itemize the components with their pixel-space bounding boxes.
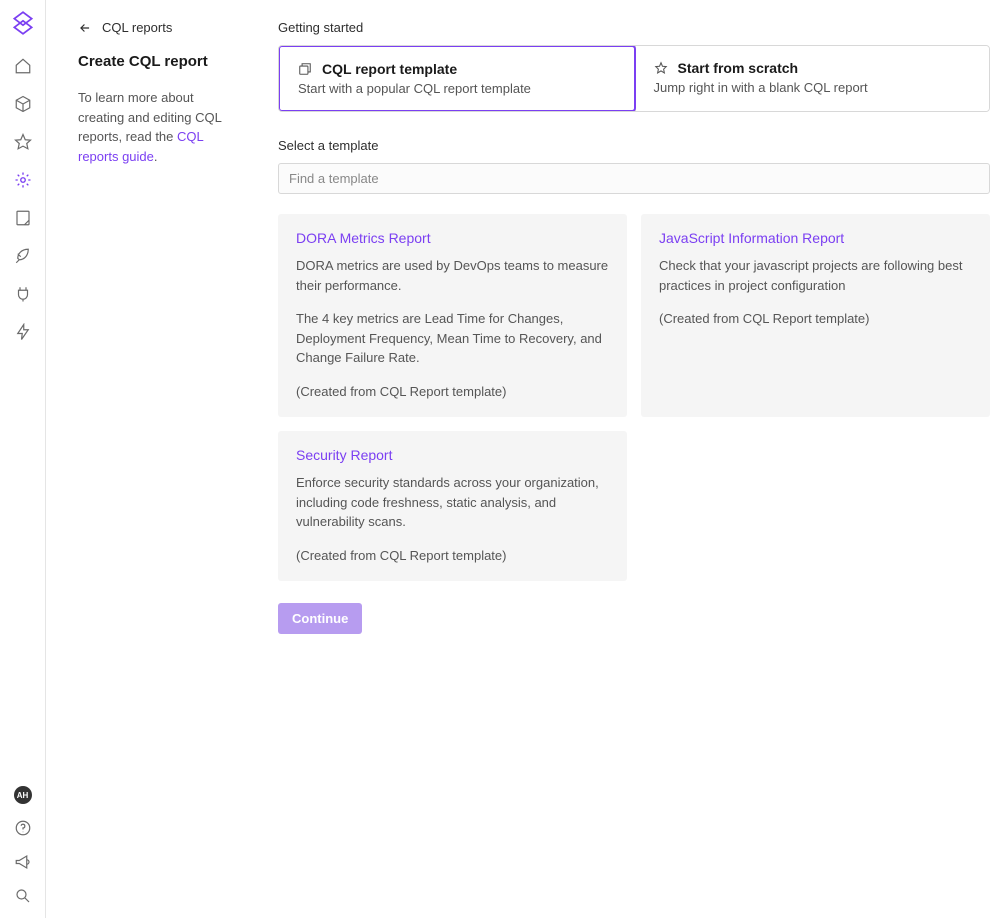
- choice-subtitle: Start with a popular CQL report template: [298, 81, 616, 96]
- right-column: Getting started CQL report template Star…: [278, 20, 990, 898]
- template-icon: [298, 62, 312, 76]
- help-text: To learn more about creating and editing…: [78, 88, 238, 166]
- home-icon[interactable]: [13, 56, 33, 76]
- template-card-javascript[interactable]: JavaScript Information Report Check that…: [641, 214, 990, 417]
- sidebar-bottom: AH: [13, 786, 33, 918]
- page-title: Create CQL report: [78, 53, 238, 70]
- main-content: CQL reports Create CQL report To learn m…: [46, 0, 1008, 918]
- templates-grid: DORA Metrics Report DORA metrics are use…: [278, 214, 990, 581]
- template-origin: (Created from CQL Report template): [296, 382, 609, 402]
- plug-icon[interactable]: [13, 284, 33, 304]
- avatar[interactable]: AH: [14, 786, 32, 804]
- sidebar: AH: [0, 0, 46, 918]
- getting-started-options: CQL report template Start with a popular…: [278, 45, 990, 112]
- star-icon[interactable]: [13, 132, 33, 152]
- template-desc: The 4 key metrics are Lead Time for Chan…: [296, 309, 609, 368]
- bolt-icon[interactable]: [13, 322, 33, 342]
- search-icon[interactable]: [13, 886, 33, 906]
- star-outline-icon: [654, 61, 668, 75]
- breadcrumb-label: CQL reports: [102, 20, 172, 35]
- help-text-after: .: [154, 149, 158, 164]
- back-arrow-icon: [78, 21, 92, 35]
- getting-started-label: Getting started: [278, 20, 990, 35]
- template-card-dora[interactable]: DORA Metrics Report DORA metrics are use…: [278, 214, 627, 417]
- logo-icon[interactable]: [10, 10, 36, 36]
- continue-button[interactable]: Continue: [278, 603, 362, 634]
- megaphone-icon[interactable]: [13, 852, 33, 872]
- template-origin: (Created from CQL Report template): [659, 309, 972, 329]
- choice-subtitle: Jump right in with a blank CQL report: [654, 80, 972, 95]
- help-icon[interactable]: [13, 818, 33, 838]
- choice-title: CQL report template: [322, 61, 457, 77]
- choice-scratch[interactable]: Start from scratch Jump right in with a …: [635, 46, 990, 111]
- left-column: CQL reports Create CQL report To learn m…: [78, 20, 238, 898]
- template-card-security[interactable]: Security Report Enforce security standar…: [278, 431, 627, 581]
- select-template-label: Select a template: [278, 138, 990, 153]
- note-icon[interactable]: [13, 208, 33, 228]
- template-title: Security Report: [296, 447, 609, 463]
- template-desc: Check that your javascript projects are …: [659, 256, 972, 295]
- choice-title: Start from scratch: [678, 60, 799, 76]
- gear-icon[interactable]: [13, 170, 33, 190]
- template-title: JavaScript Information Report: [659, 230, 972, 246]
- template-title: DORA Metrics Report: [296, 230, 609, 246]
- template-desc: DORA metrics are used by DevOps teams to…: [296, 256, 609, 295]
- template-desc: Enforce security standards across your o…: [296, 473, 609, 532]
- nav-icons: [13, 56, 33, 786]
- rocket-icon[interactable]: [13, 246, 33, 266]
- breadcrumb[interactable]: CQL reports: [78, 20, 238, 35]
- choice-template[interactable]: CQL report template Start with a popular…: [278, 45, 636, 112]
- template-search-input[interactable]: [278, 163, 990, 194]
- cube-icon[interactable]: [13, 94, 33, 114]
- template-origin: (Created from CQL Report template): [296, 546, 609, 566]
